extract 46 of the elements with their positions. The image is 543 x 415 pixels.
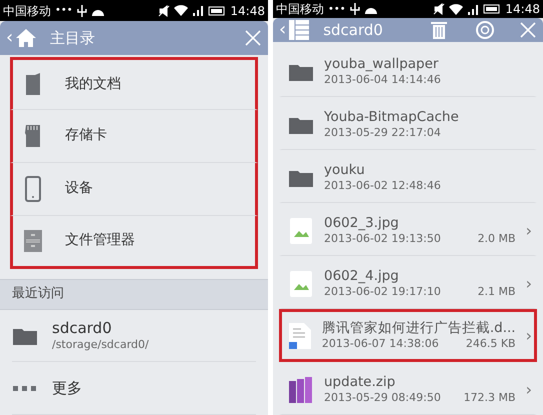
file-name: update.zip — [324, 374, 396, 392]
file-date: 2013-06-07 14:38:06 — [322, 337, 439, 351]
recent-item[interactable]: sdcard0 /storage/sdcard0/ — [12, 310, 256, 362]
file-item[interactable]: 0602_4.jpg 2013-06-02 19:17:10 2.1 MB › — [279, 256, 537, 309]
file-item[interactable]: 0602_3.jpg 2013-06-02 19:13:50 2.0 MB › — [279, 203, 537, 256]
recent-item[interactable]: 更多 — [12, 362, 256, 415]
file-name: 0602_4.jpg — [324, 268, 400, 286]
file-date: 2013-05-29 22:17:04 — [324, 126, 441, 140]
chevron-icon: › — [526, 272, 532, 296]
file-date: 2013-06-02 19:13:50 — [324, 232, 441, 246]
section-header: 最近访问 — [0, 278, 268, 310]
chevron-icon: › — [526, 378, 532, 402]
chevron-icon: › — [526, 218, 532, 242]
carrier-name: 中国移动 — [276, 1, 324, 18]
clock-time: 14:48 — [505, 1, 540, 18]
file-name: 0602_3.jpg — [324, 215, 400, 232]
file-item[interactable]: Youba-BitmapCache 2013-05-29 22:17:04 — [279, 97, 537, 150]
header-title: sdcard0 — [323, 20, 383, 41]
item-name: 更多 — [52, 378, 82, 398]
location-item[interactable]: 文件管理器 — [10, 216, 258, 269]
file-name: 腾讯管家如何进行广告拦截.d... — [322, 320, 516, 338]
location-item[interactable]: 设备 — [10, 162, 258, 216]
clock-time: 14:48 — [230, 2, 265, 20]
location-item[interactable]: 我的文档 — [10, 56, 258, 110]
file-name: Youba-BitmapCache — [324, 109, 460, 126]
file-size: 2.1 MB — [478, 285, 516, 299]
file-name: youku — [324, 162, 366, 180]
carrier-name: 中国移动 — [3, 2, 51, 20]
notification-dots: ••• — [328, 2, 346, 16]
file-item[interactable]: youku 2013-06-02 12:48:46 — [279, 150, 537, 203]
notification-dots: ••• — [55, 4, 73, 18]
file-date: 2013-06-04 14:14:46 — [324, 73, 441, 87]
file-size: 2.0 MB — [478, 232, 516, 246]
file-name: youba_wallpaper — [324, 56, 440, 74]
chevron-icon: › — [526, 324, 532, 348]
file-size: 246.5 KB — [466, 337, 516, 351]
file-item[interactable]: youba_wallpaper 2013-06-04 14:14:46 — [279, 44, 537, 97]
item-path: /storage/sdcard0/ — [52, 338, 149, 352]
item-name: sdcard0 — [52, 319, 113, 338]
location-item[interactable]: 存储卡 — [10, 110, 258, 163]
file-item[interactable]: update.zip 2013-05-29 08:49:50 172.3 MB › — [279, 362, 537, 415]
file-date: 2013-05-29 08:49:50 — [324, 391, 441, 405]
header-title: 主目录 — [50, 28, 96, 49]
file-date: 2013-06-02 19:17:10 — [324, 285, 441, 299]
file-date: 2013-06-02 12:48:46 — [324, 179, 441, 193]
file-size: 172.3 MB — [464, 391, 516, 405]
